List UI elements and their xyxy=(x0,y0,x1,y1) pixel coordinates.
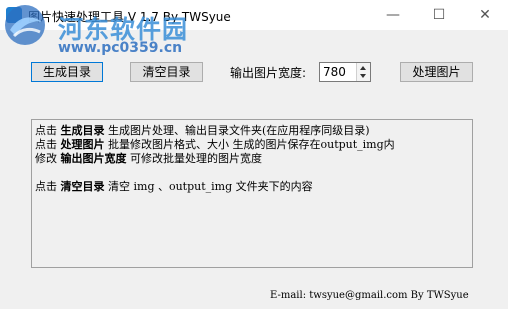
footer-contact: E-mail: twsyue@gmail.com By TWSyue xyxy=(270,290,469,301)
help-line-generate: 点击 生成目录 生成图片处理、输出目录文件夹(在应用程序同级目录) xyxy=(35,124,370,138)
minimize-icon: — xyxy=(386,7,400,23)
help-line-process: 点击 处理图片 批量修改图片格式、大小 生成的图片保存在output_img内 xyxy=(35,138,395,152)
close-button[interactable]: ✕ xyxy=(462,0,508,30)
chevron-down-icon[interactable] xyxy=(360,74,366,78)
maximize-button[interactable]: ☐ xyxy=(416,0,462,30)
maximize-icon: ☐ xyxy=(432,7,446,23)
watermark-logo-icon xyxy=(5,5,45,45)
help-panel: 点击 生成目录 生成图片处理、输出目录文件夹(在应用程序同级目录) 点击 处理图… xyxy=(31,119,473,268)
help-prefix: 点击 xyxy=(35,180,61,193)
help-text: 生成图片处理、输出目录文件夹(在应用程序同级目录) xyxy=(104,124,370,137)
help-text: 批量修改图片格式、大小 生成的图片保存在output_img内 xyxy=(104,138,395,151)
help-keyword: 生成目录 xyxy=(60,124,105,137)
generate-directory-button[interactable]: 生成目录 xyxy=(31,62,103,82)
help-keyword: 输出图片宽度 xyxy=(60,152,127,165)
help-line-width: 修改 输出图片宽度 可修改批量处理的图片宽度 xyxy=(35,152,262,166)
help-text: 可修改批量处理的图片宽度 xyxy=(126,152,262,165)
process-images-button[interactable]: 处理图片 xyxy=(400,62,473,82)
chevron-up-icon[interactable] xyxy=(360,66,366,70)
output-width-label: 输出图片宽度: xyxy=(230,66,307,80)
clear-directory-button[interactable]: 清空目录 xyxy=(130,62,203,82)
help-prefix: 点击 xyxy=(35,124,61,137)
output-width-input[interactable] xyxy=(323,65,355,79)
help-text: 清空 img 、output_img 文件夹下的内容 xyxy=(104,180,313,193)
help-prefix: 修改 xyxy=(35,152,61,165)
help-line-clear: 点击 清空目录 清空 img 、output_img 文件夹下的内容 xyxy=(35,180,313,194)
watermark-site-url: www.pc0359.cn xyxy=(58,40,183,56)
close-icon: ✕ xyxy=(479,7,491,23)
help-keyword: 处理图片 xyxy=(60,138,105,151)
stepper-arrows[interactable] xyxy=(356,63,370,81)
help-keyword: 清空目录 xyxy=(60,180,105,193)
minimize-button[interactable]: — xyxy=(370,0,416,30)
output-width-stepper[interactable] xyxy=(319,62,371,82)
help-prefix: 点击 xyxy=(35,138,61,151)
